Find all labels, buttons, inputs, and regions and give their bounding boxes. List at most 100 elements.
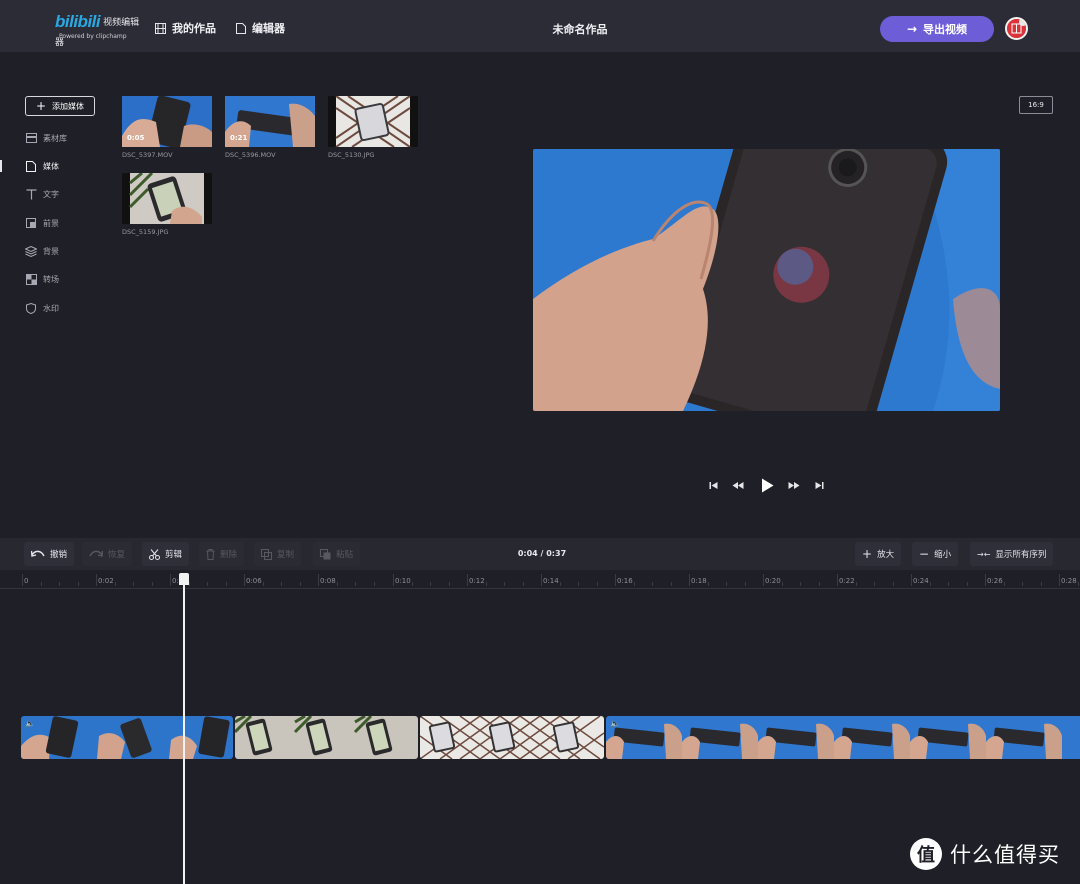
fit-all-label: 显示所有序列 [995, 550, 1047, 560]
video-editor-app: bilibili 视频编辑器 Powered by clipchamp 我的作品 … [0, 0, 1080, 884]
zoom-in-button[interactable]: + 放大 [855, 542, 902, 566]
paste-icon [320, 548, 331, 559]
sidebar-item-media[interactable]: 媒体 [25, 159, 59, 173]
ruler-minor-tick [893, 582, 894, 586]
copy-icon [261, 548, 272, 560]
play-icon [761, 478, 773, 492]
ruler-tick-label: 0:10 [395, 577, 411, 585]
sidebar-item-background[interactable]: 背景 [25, 244, 59, 258]
media-thumbnail[interactable]: 0:21 [225, 96, 315, 147]
ruler-minor-tick [708, 582, 709, 586]
top-header: bilibili 视频编辑器 Powered by clipchamp 我的作品 … [0, 0, 1080, 52]
ruler-tick-label: 0:28 [1061, 577, 1077, 585]
fast-forward-icon [788, 481, 800, 489]
ruler-tick [318, 574, 319, 586]
ruler-minor-tick [652, 582, 653, 586]
media-thumbnail[interactable]: 0:05 [122, 96, 212, 147]
add-media-button[interactable]: + 添加媒体 [25, 96, 95, 116]
media-filename: DSC_5159.JPG [122, 228, 169, 236]
ruler-minor-tick [412, 582, 413, 586]
ruler-minor-tick [782, 582, 783, 586]
media-thumbnail[interactable] [328, 96, 418, 147]
ruler-minor-tick [300, 582, 301, 586]
avatar[interactable] [1005, 17, 1028, 40]
ruler-minor-tick [634, 582, 635, 586]
image-thumbnail [122, 173, 212, 224]
ruler-minor-tick [337, 582, 338, 586]
speaker-icon: 🔈 [610, 719, 620, 728]
timecode: 0:04 / 0:37 [517, 549, 567, 558]
sidebar-item-label: 转场 [43, 274, 59, 284]
watermark-logo-icon: 值 [910, 838, 942, 870]
sidebar-item-label: 素材库 [43, 133, 67, 143]
playhead-line[interactable] [183, 580, 185, 884]
video-preview[interactable] [533, 149, 1000, 411]
nav-editor[interactable]: 编辑器 [236, 20, 285, 36]
redo-button[interactable]: 恢复 [82, 542, 133, 566]
clip-filmstrip [606, 716, 1080, 759]
ruler-minor-tick [745, 582, 746, 586]
media-thumbnail[interactable] [122, 173, 212, 224]
sidebar-item-foreground[interactable]: 前景 [25, 216, 59, 230]
ruler-minor-tick [726, 582, 727, 586]
skip-forward-button[interactable] [812, 477, 826, 493]
ruler-tick [1059, 574, 1060, 586]
ruler-tick [393, 574, 394, 586]
undo-button[interactable]: 撤销 [24, 542, 75, 566]
rewind-button[interactable] [730, 477, 746, 493]
ruler-minor-tick [800, 582, 801, 586]
paste-button[interactable]: 粘贴 [313, 542, 361, 566]
ruler-tick [541, 574, 542, 586]
copy-button[interactable]: 复制 [254, 542, 302, 566]
ruler-minor-tick [41, 582, 42, 586]
playback-controls [706, 477, 826, 493]
text-icon [25, 188, 37, 200]
zoom-out-button[interactable]: − 缩小 [912, 542, 959, 566]
fast-forward-button[interactable] [786, 477, 802, 493]
sidebar-item-transition[interactable]: 转场 [25, 272, 59, 286]
fit-all-button[interactable]: →← 显示所有序列 [970, 542, 1054, 566]
timeline-clip[interactable]: 🔈 [21, 716, 233, 759]
ruler-tick [985, 574, 986, 586]
ruler-tick-label: 0:06 [246, 577, 262, 585]
zoom-out-label: 缩小 [934, 550, 952, 560]
ruler-tick-label: 0 [24, 577, 29, 585]
sidebar-item-label: 水印 [43, 303, 59, 313]
file-icon [25, 160, 37, 172]
ruler-minor-tick [967, 582, 968, 586]
timeline-clip[interactable]: 🔈 [606, 716, 1080, 759]
ruler-tick-label: 0:18 [691, 577, 707, 585]
document-title[interactable]: 未命名作品 [520, 21, 640, 37]
ruler-tick [837, 574, 838, 586]
media-filename: DSC_5130.JPG [328, 151, 375, 159]
ruler-tick [170, 574, 171, 586]
nav-my-projects[interactable]: 我的作品 [155, 20, 216, 36]
timeline-clip[interactable] [235, 716, 418, 759]
sidebar-item-text[interactable]: 文字 [25, 187, 59, 201]
ruler-minor-tick [671, 582, 672, 586]
sidebar-item-watermark[interactable]: 水印 [25, 301, 59, 315]
export-video-button[interactable]: → 导出视频 [880, 16, 994, 42]
skip-back-button[interactable] [706, 477, 720, 493]
brand[interactable]: bilibili 视频编辑器 Powered by clipchamp [55, 12, 147, 48]
scissors-icon [149, 548, 160, 560]
ruler-tick-label: 0:24 [913, 577, 929, 585]
ruler-tick-label: 0:12 [469, 577, 485, 585]
timeline-clip[interactable] [420, 716, 604, 759]
aspect-ratio-button[interactable]: 16:9 [1019, 96, 1053, 114]
cut-button[interactable]: 剪辑 [142, 542, 190, 566]
sidebar-item-label: 文字 [43, 189, 59, 199]
sidebar-item-label: 前景 [43, 218, 59, 228]
delete-label: 删除 [220, 550, 238, 560]
ruler-minor-tick [930, 582, 931, 586]
ruler-tick [615, 574, 616, 586]
playhead-handle[interactable] [179, 573, 189, 585]
export-label: 导出视频 [923, 23, 968, 36]
media-filename: DSC_5397.MOV [122, 151, 173, 159]
play-button[interactable] [758, 477, 776, 493]
delete-button[interactable]: 删除 [199, 542, 245, 566]
ruler-minor-tick [430, 582, 431, 586]
sidebar-item-library[interactable]: 素材库 [25, 131, 67, 145]
site-watermark: 值 什么值得买 [910, 838, 1060, 870]
ruler-minor-tick [1078, 582, 1079, 586]
